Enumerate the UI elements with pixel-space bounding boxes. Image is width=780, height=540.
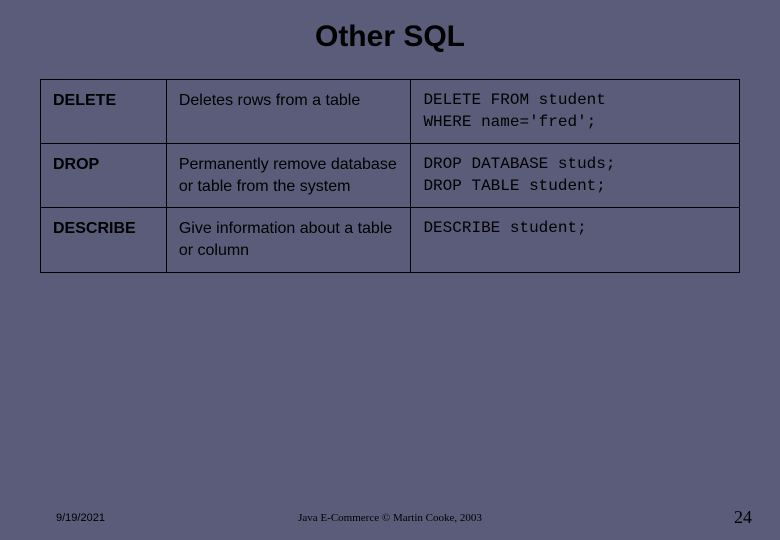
command-example: DROP DATABASE studs; DROP TABLE student;	[411, 144, 740, 208]
command-name: DROP	[41, 144, 167, 208]
footer-page-number: 24	[734, 507, 752, 528]
command-description: Give information about a table or column	[166, 208, 411, 272]
command-name: DELETE	[41, 80, 167, 144]
command-description: Permanently remove database or table fro…	[166, 144, 411, 208]
footer-date: 9/19/2021	[56, 512, 105, 524]
command-example: DESCRIBE student;	[411, 208, 740, 272]
command-description: Deletes rows from a table	[166, 80, 411, 144]
slide-footer: 9/19/2021 Java E-Commerce © Martin Cooke…	[0, 507, 780, 528]
sql-commands-table-container: DELETE Deletes rows from a table DELETE …	[40, 79, 740, 273]
command-name: DESCRIBE	[41, 208, 167, 272]
sql-commands-table: DELETE Deletes rows from a table DELETE …	[40, 79, 740, 273]
slide-title: Other SQL	[0, 0, 780, 79]
footer-credit: Java E-Commerce © Martin Cooke, 2003	[298, 512, 482, 524]
command-example: DELETE FROM student WHERE name='fred';	[411, 80, 740, 144]
table-row: DROP Permanently remove database or tabl…	[41, 144, 740, 208]
table-row: DELETE Deletes rows from a table DELETE …	[41, 80, 740, 144]
table-row: DESCRIBE Give information about a table …	[41, 208, 740, 272]
